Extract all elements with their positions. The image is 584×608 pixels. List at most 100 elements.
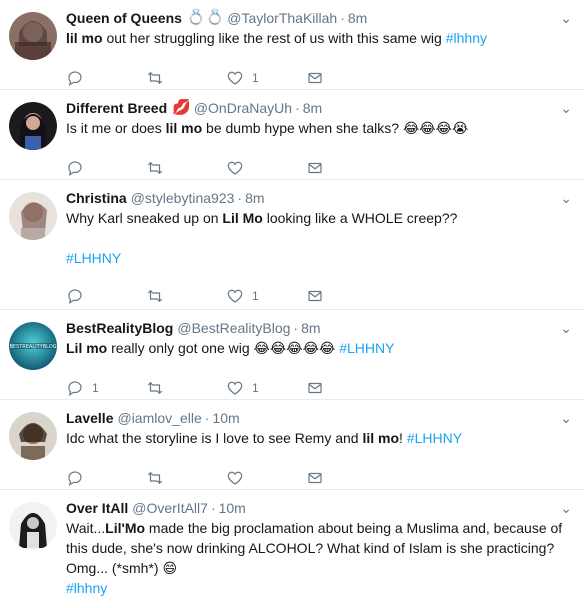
like-button[interactable]: 1 [226, 379, 306, 397]
display-name[interactable]: Different Breed [66, 98, 167, 118]
timestamp[interactable]: 10m [219, 498, 246, 518]
message-icon [308, 162, 322, 174]
avatar[interactable] [9, 502, 57, 550]
chevron-down-icon[interactable]: ⌄ [560, 500, 572, 517]
text-run: Idc what the storyline is I love to see … [66, 430, 363, 446]
reply-icon [68, 71, 82, 87]
avatar[interactable] [9, 12, 57, 60]
highlighted-term: lil mo [165, 120, 203, 136]
hashtag-link[interactable]: #LHHNY [66, 250, 121, 266]
like-button[interactable]: 1 [226, 69, 306, 87]
message-button[interactable] [306, 469, 386, 487]
timestamp[interactable]: 10m [212, 408, 239, 428]
hashtag-link[interactable]: #LHHNY [407, 430, 462, 446]
display-name[interactable]: Christina [66, 188, 127, 208]
tweet[interactable]: Queen of Queens 💍💍 @TaylorThaKillah · 8m… [0, 0, 584, 90]
timestamp[interactable]: 8m [245, 188, 264, 208]
name-emoji: 💍💍 [186, 9, 225, 26]
message-icon [308, 72, 322, 84]
message-button[interactable] [306, 379, 386, 397]
retweet-button[interactable] [146, 159, 226, 177]
retweet-icon [147, 71, 163, 85]
retweet-icon [147, 161, 163, 175]
reply-button[interactable] [66, 69, 146, 87]
handle[interactable]: @iamlov_elle [117, 408, 201, 428]
retweet-button[interactable] [146, 379, 226, 397]
text-run: Why Karl sneaked up on [66, 210, 223, 226]
retweet-button[interactable] [146, 287, 226, 305]
like-button[interactable]: 1 [226, 287, 306, 305]
display-name[interactable]: Queen of Queens [66, 8, 182, 28]
message-icon [308, 472, 322, 484]
message-button[interactable] [306, 69, 386, 87]
chevron-down-icon[interactable]: ⌄ [560, 190, 572, 207]
reply-button[interactable] [66, 287, 146, 305]
tweet[interactable]: Lavelle @iamlov_elle · 10m ⌄ Idc what th… [0, 400, 584, 490]
text-run: Is it me or does [66, 120, 166, 136]
hashtag-link[interactable]: #lhhny [66, 580, 107, 596]
retweet-icon [147, 289, 163, 303]
tweet-text: lil mo out her struggling like the rest … [66, 28, 572, 48]
message-icon [308, 290, 322, 302]
emoji-text: 😂😂😂😂😂 [253, 340, 336, 356]
tweet-header: BestRealityBlog @BestRealityBlog · 8m [66, 318, 572, 338]
highlighted-term: Lil'Mo [105, 520, 146, 536]
display-name[interactable]: Over ItAll [66, 498, 128, 518]
tweet[interactable]: Over ItAll @OverItAll7 · 10m ⌄ Wait...Li… [0, 490, 584, 608]
message-button[interactable] [306, 287, 386, 305]
tweet[interactable]: Christina @stylebytina923 · 8m ⌄ Why Kar… [0, 180, 584, 310]
tweet-text: Why Karl sneaked up on Lil Mo looking li… [66, 208, 572, 228]
chevron-down-icon[interactable]: ⌄ [560, 100, 572, 117]
tweet[interactable]: Different Breed 💋 @OnDraNayUh · 8m ⌄ Is … [0, 90, 584, 180]
handle[interactable]: @BestRealityBlog [177, 318, 290, 338]
avatar[interactable]: BESTREALITYBLOG [9, 322, 57, 370]
tweet-header: Over ItAll @OverItAll7 · 10m [66, 498, 572, 518]
handle[interactable]: @OnDraNayUh [194, 98, 292, 118]
reply-button[interactable]: 1 [66, 379, 146, 397]
tweet-text: Lil mo really only got one wig 😂😂😂😂😂 #LH… [66, 338, 572, 358]
handle[interactable]: @TaylorThaKillah [227, 8, 337, 28]
hashtag-link[interactable]: #lhhny [446, 30, 487, 46]
message-button[interactable] [306, 159, 386, 177]
timestamp[interactable]: 8m [348, 8, 367, 28]
avatar[interactable] [9, 102, 57, 150]
tweet-header: Different Breed 💋 @OnDraNayUh · 8m [66, 98, 572, 118]
avatar[interactable] [9, 192, 57, 240]
like-count: 1 [252, 381, 259, 395]
timestamp[interactable]: 8m [303, 98, 322, 118]
retweet-icon [147, 381, 163, 395]
separator-dot: · [237, 190, 243, 206]
display-name[interactable]: Lavelle [66, 408, 113, 428]
handle[interactable]: @OverItAll7 [132, 498, 208, 518]
display-name[interactable]: BestRealityBlog [66, 318, 173, 338]
timestamp[interactable]: 8m [301, 318, 320, 338]
text-run: ! [399, 430, 407, 446]
reply-button[interactable] [66, 469, 146, 487]
tweet-header: Christina @stylebytina923 · 8m [66, 188, 572, 208]
chevron-down-icon[interactable]: ⌄ [560, 10, 572, 27]
tweet-header: Queen of Queens 💍💍 @TaylorThaKillah · 8m [66, 8, 572, 28]
handle[interactable]: @stylebytina923 [131, 188, 235, 208]
retweet-button[interactable] [146, 469, 226, 487]
reply-icon [68, 289, 82, 305]
avatar[interactable] [9, 412, 57, 460]
chevron-down-icon[interactable]: ⌄ [560, 410, 572, 427]
tweet-text: Wait...Lil'Mo made the big proclamation … [66, 518, 572, 578]
text-run: Wait... [66, 520, 106, 536]
tweet-actions: 1 [66, 280, 572, 312]
svg-text:BESTREALITYBLOG: BESTREALITYBLOG [9, 344, 56, 350]
hashtag-link[interactable]: #LHHNY [339, 340, 394, 356]
like-icon [227, 289, 243, 303]
like-button[interactable] [226, 159, 306, 177]
message-icon [308, 382, 322, 394]
separator-dot: · [293, 320, 299, 336]
retweet-button[interactable] [146, 69, 226, 87]
separator-dot: · [210, 500, 216, 516]
reply-button[interactable] [66, 159, 146, 177]
chevron-down-icon[interactable]: ⌄ [560, 320, 572, 337]
separator-dot: · [204, 410, 210, 426]
name-emoji: 💋 [172, 99, 191, 116]
like-button[interactable] [226, 469, 306, 487]
tweet[interactable]: BESTREALITYBLOG BestRealityBlog @BestRea… [0, 310, 584, 400]
tweet-header: Lavelle @iamlov_elle · 10m [66, 408, 572, 428]
